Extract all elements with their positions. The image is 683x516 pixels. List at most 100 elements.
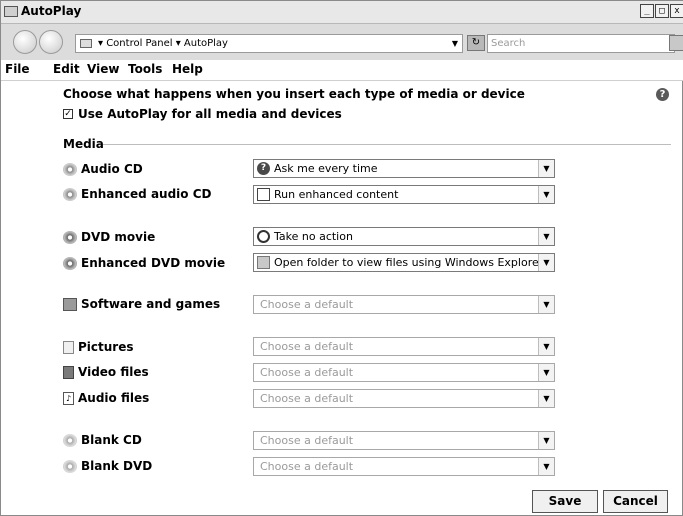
refresh-icon[interactable]: ↻	[467, 35, 485, 51]
back-button[interactable]	[13, 30, 37, 54]
dvd-movie-select[interactable]: Take no action ▼	[253, 227, 555, 246]
menu-edit[interactable]: Edit	[53, 62, 80, 76]
save-button[interactable]: Save	[532, 490, 598, 513]
cd-icon	[63, 162, 77, 176]
row-label-text: Audio files	[78, 391, 150, 405]
audio-file-icon: ♪	[63, 391, 74, 405]
audio-cd-select[interactable]: ? Ask me every time ▼	[253, 159, 555, 178]
chevron-down-icon[interactable]: ▼	[538, 364, 554, 381]
autoplay-window: AutoPlay _ □ x ▾ Control Panel ▾ AutoPla…	[0, 0, 683, 516]
address-dropdown-icon[interactable]: ▼	[452, 35, 458, 52]
enhanced-audio-cd-select[interactable]: Run enhanced content ▼	[253, 185, 555, 204]
chevron-down-icon[interactable]: ▼	[538, 458, 554, 475]
software-and-games-select[interactable]: Choose a default ▼	[253, 295, 555, 314]
use-autoplay-checkbox[interactable]: ✓ Use AutoPlay for all media and devices	[63, 107, 342, 121]
breadcrumb-arrow-icon: ▾	[175, 38, 184, 49]
chevron-down-icon[interactable]: ▼	[538, 432, 554, 449]
row-label-pictures: Pictures	[63, 340, 134, 354]
select-value: Run enhanced content	[274, 188, 399, 201]
row-label-video-files: Video files	[63, 365, 149, 379]
search-icon[interactable]	[669, 35, 683, 51]
row-label-text: Video files	[78, 365, 149, 379]
row-label-text: Enhanced audio CD	[81, 187, 212, 201]
audio-files-select[interactable]: Choose a default ▼	[253, 389, 555, 408]
select-value: Choose a default	[260, 340, 354, 353]
select-value: Take no action	[274, 230, 353, 243]
select-value: Choose a default	[260, 460, 354, 473]
row-label-text: Pictures	[78, 340, 134, 354]
video-icon	[63, 365, 74, 379]
help-icon[interactable]: ?	[656, 88, 669, 101]
picture-icon	[63, 340, 74, 354]
blank-dvd-icon	[63, 459, 77, 473]
menu-bar: File Edit View Tools Help	[1, 60, 683, 81]
control-panel-icon	[80, 39, 92, 48]
breadcrumb-arrow-icon: ▾	[98, 38, 107, 49]
close-button[interactable]: x	[670, 4, 683, 18]
search-input[interactable]: Search	[487, 34, 675, 53]
row-label-enhanced-dvd-movie: Enhanced DVD movie	[63, 256, 225, 270]
address-bar: ▾ Control Panel ▾ AutoPlay ▼ ↻ Search	[1, 24, 683, 61]
select-value: Choose a default	[260, 298, 354, 311]
app-icon	[4, 6, 18, 17]
row-label-text: DVD movie	[81, 230, 156, 244]
breadcrumb: ▾ Control Panel ▾ AutoPlay	[98, 35, 228, 52]
forward-button[interactable]	[39, 30, 63, 54]
chevron-down-icon[interactable]: ▼	[538, 390, 554, 407]
row-label-text: Blank CD	[81, 433, 142, 447]
chevron-down-icon[interactable]: ▼	[538, 186, 554, 203]
row-label-audio-cd: Audio CD	[63, 162, 143, 176]
window-controls: _ □ x	[639, 4, 683, 18]
row-label-audio-files: ♪ Audio files	[63, 391, 149, 405]
menu-help[interactable]: Help	[172, 62, 203, 76]
row-label-text: Blank DVD	[81, 459, 153, 473]
video-files-select[interactable]: Choose a default ▼	[253, 363, 555, 382]
row-label-text: Enhanced DVD movie	[81, 256, 226, 270]
address-field[interactable]: ▾ Control Panel ▾ AutoPlay ▼	[75, 34, 463, 53]
select-value: Choose a default	[260, 392, 354, 405]
software-icon	[63, 297, 77, 311]
cancel-button[interactable]: Cancel	[603, 490, 668, 513]
blank-dvd-select[interactable]: Choose a default ▼	[253, 457, 555, 476]
minimize-button[interactable]: _	[640, 4, 654, 18]
no-action-icon	[257, 230, 270, 243]
pictures-select[interactable]: Choose a default ▼	[253, 337, 555, 356]
breadcrumb-autoplay[interactable]: AutoPlay	[184, 38, 228, 49]
section-divider	[103, 144, 671, 145]
chevron-down-icon[interactable]: ▼	[538, 338, 554, 355]
blank-cd-select[interactable]: Choose a default ▼	[253, 431, 555, 450]
page-heading: Choose what happens when you insert each…	[63, 87, 525, 101]
select-value: Open folder to view files using Windows …	[274, 256, 544, 269]
menu-view[interactable]: View	[87, 62, 119, 76]
row-label-blank-dvd: Blank DVD	[63, 459, 152, 473]
maximize-button[interactable]: □	[655, 4, 669, 18]
chevron-down-icon[interactable]: ▼	[538, 296, 554, 313]
checkbox-check-icon[interactable]: ✓	[63, 109, 73, 119]
cd-icon	[63, 187, 77, 201]
chevron-down-icon[interactable]: ▼	[538, 160, 554, 177]
window-icon	[257, 188, 270, 201]
menu-tools[interactable]: Tools	[128, 62, 162, 76]
breadcrumb-control-panel[interactable]: Control Panel	[106, 38, 172, 49]
row-label-blank-cd: Blank CD	[63, 433, 142, 447]
chevron-down-icon[interactable]: ▼	[538, 254, 554, 271]
dvd-icon	[63, 230, 77, 244]
row-label-dvd-movie: DVD movie	[63, 230, 155, 244]
question-icon: ?	[257, 162, 270, 175]
row-label-enhanced-audio-cd: Enhanced audio CD	[63, 187, 211, 201]
row-label-text: Software and games	[81, 297, 221, 311]
title-bar: AutoPlay _ □ x	[1, 1, 683, 24]
select-value: Choose a default	[260, 434, 354, 447]
row-label-software-and-games: Software and games	[63, 297, 220, 311]
window-title: AutoPlay	[21, 4, 82, 18]
select-value: Choose a default	[260, 366, 354, 379]
enhanced-dvd-movie-select[interactable]: Open folder to view files using Windows …	[253, 253, 555, 272]
blank-cd-icon	[63, 433, 77, 447]
dvd-icon	[63, 256, 77, 270]
use-autoplay-label: Use AutoPlay for all media and devices	[78, 107, 342, 121]
select-value: Ask me every time	[274, 162, 378, 175]
menu-file[interactable]: File	[5, 62, 30, 76]
chevron-down-icon[interactable]: ▼	[538, 228, 554, 245]
row-label-text: Audio CD	[81, 162, 143, 176]
media-section-label: Media	[63, 137, 104, 151]
